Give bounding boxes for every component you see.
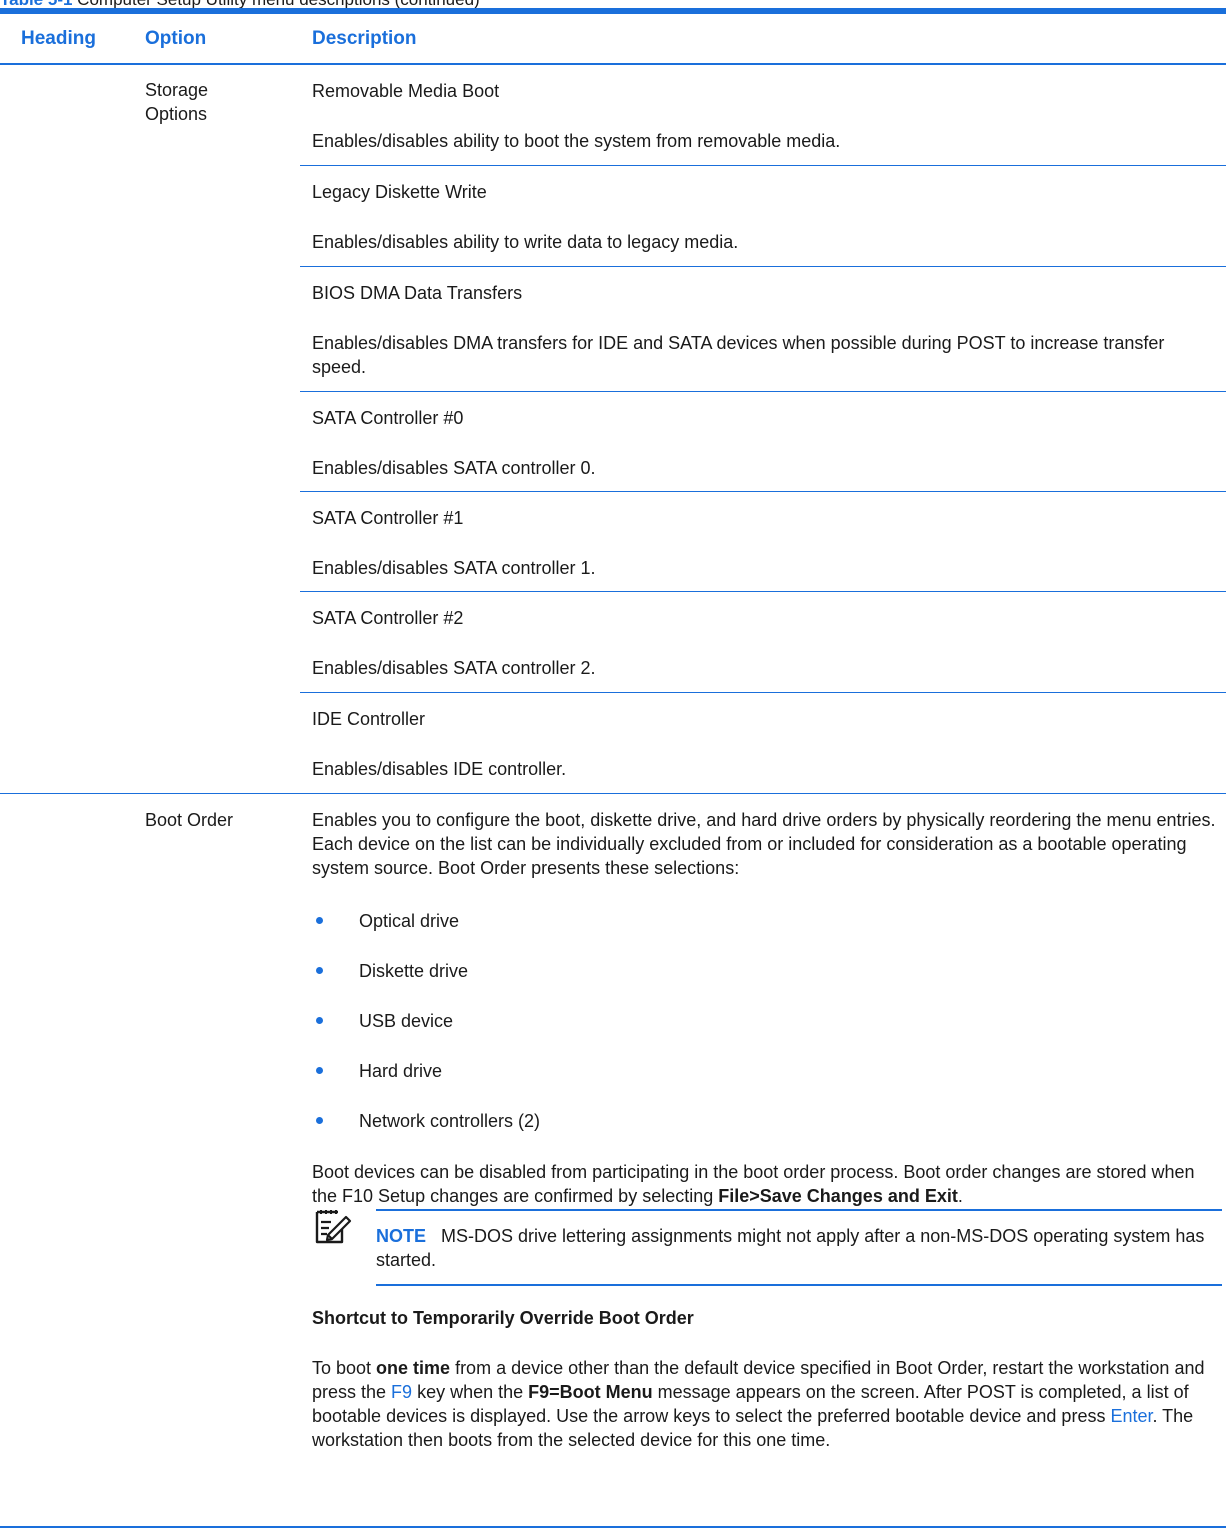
entry-description: Enables/disables SATA controller 1.: [312, 558, 596, 578]
row-separator: [300, 591, 1226, 592]
note-label: NOTE: [376, 1226, 427, 1246]
list-item: USB device: [359, 1011, 454, 1031]
shortcut-title: Shortcut to Temporarily Override Boot Or…: [312, 1308, 694, 1328]
boot-order-paragraph-end: .: [957, 1186, 963, 1206]
row-separator: [300, 391, 1226, 392]
row-separator-full: [0, 793, 1226, 794]
entry-description: Enables/disables SATA controller 0.: [312, 458, 596, 478]
entry-description: Enables/disables IDE controller.: [312, 759, 567, 779]
note-bottom-rule: [376, 1284, 1222, 1286]
row-separator: [300, 266, 1226, 267]
entry-title: SATA Controller #2: [312, 608, 464, 628]
entry-title: BIOS DMA Data Transfers: [312, 283, 523, 303]
row-separator: [300, 165, 1226, 166]
key-f9: F9: [391, 1382, 413, 1402]
note-body: MS-DOS drive lettering assignments might…: [376, 1226, 1205, 1270]
entry-description: Enables/disables DMA transfers for IDE a…: [312, 333, 1165, 377]
boot-order-paragraph: Boot devices can be disabled from partic…: [312, 1160, 1222, 1208]
list-item: Hard drive: [359, 1061, 443, 1081]
note-text: NOTE MS-DOS drive lettering assignments …: [376, 1224, 1216, 1272]
bullet-icon: [316, 917, 323, 924]
shortcut-bold-1: one time: [376, 1358, 451, 1378]
option-storage-options: Storage Options: [145, 78, 295, 126]
shortcut-bold-2: F9=Boot Menu: [528, 1382, 653, 1402]
shortcut-text-3: key when the: [412, 1382, 529, 1402]
entry-title: Legacy Diskette Write: [312, 182, 487, 202]
header-rule: [0, 63, 1226, 65]
bullet-icon: [316, 1017, 323, 1024]
bullet-icon: [316, 1067, 323, 1074]
entry-title: SATA Controller #1: [312, 508, 464, 528]
option-storage-line2: Options: [145, 104, 208, 124]
row-separator: [300, 692, 1226, 693]
list-item: Network controllers (2): [359, 1111, 541, 1131]
table-bottom-rule: [0, 1526, 1226, 1528]
entry-title: Removable Media Boot: [312, 81, 500, 101]
boot-order-intro: Enables you to configure the boot, diske…: [312, 810, 1216, 878]
row-separator: [300, 491, 1226, 492]
column-header-heading: Heading: [21, 28, 96, 49]
table-top-rule: [0, 8, 1226, 14]
save-changes-menu-path: File>Save Changes and Exit: [718, 1186, 958, 1206]
entry-title: SATA Controller #0: [312, 408, 464, 428]
option-boot-order: Boot Order: [145, 810, 234, 830]
bullet-icon: [316, 1117, 323, 1124]
list-item: Diskette drive: [359, 961, 469, 981]
list-item: Optical drive: [359, 911, 460, 931]
entry-description: Enables/disables ability to boot the sys…: [312, 131, 841, 151]
entry-description: Enables/disables SATA controller 2.: [312, 658, 596, 678]
shortcut-text-1: To boot: [312, 1358, 377, 1378]
column-header-option: Option: [145, 28, 207, 49]
entry-description: Enables/disables ability to write data t…: [312, 232, 739, 252]
option-storage-line1: Storage: [145, 80, 209, 100]
bullet-icon: [316, 967, 323, 974]
note-pencil-icon: [315, 1210, 352, 1244]
column-header-description: Description: [312, 28, 417, 49]
key-enter: Enter: [1110, 1406, 1153, 1426]
entry-title: IDE Controller: [312, 709, 426, 729]
note-top-rule: [376, 1209, 1222, 1211]
shortcut-paragraph: To boot one time from a device other tha…: [312, 1356, 1222, 1452]
